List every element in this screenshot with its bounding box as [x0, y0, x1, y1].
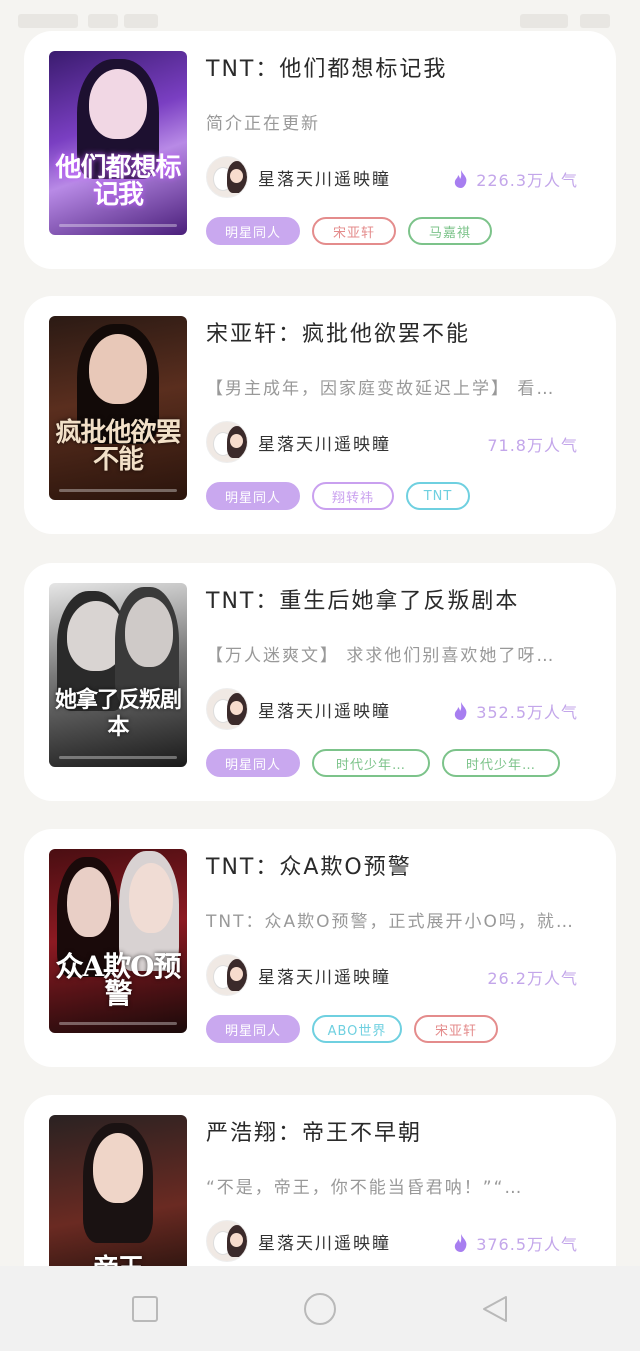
popularity: 352.5万人气: [454, 699, 578, 723]
book-intro: TNT：众A欺O预警，正式展开小O吗，就…: [206, 912, 575, 932]
flame-icon: [454, 1234, 468, 1252]
author-name: 星落天川遥映瞳: [258, 169, 391, 190]
flame-icon: [454, 702, 468, 720]
tag[interactable]: 马嘉祺: [408, 217, 492, 245]
book-card[interactable]: 她拿了反叛剧本 TNT：重生后她拿了反叛剧本 【万人迷爽文】 求求他们别喜欢她了…: [24, 563, 616, 801]
tag[interactable]: 明星同人: [206, 749, 300, 777]
avatar: [206, 156, 248, 198]
tag[interactable]: 明星同人: [206, 217, 300, 245]
book-cover[interactable]: 他们都想标记我: [49, 51, 187, 235]
popularity: 71.8万人气: [487, 432, 578, 456]
tag[interactable]: ABO世界: [312, 1015, 402, 1043]
book-card[interactable]: 他们都想标记我 TNT：他们都想标记我 简介正在更新 星落天川遥映瞳 226.3…: [24, 31, 616, 269]
tag-list: 明星同人 ABO世界 宋亚轩: [206, 1015, 510, 1043]
book-title[interactable]: TNT：重生后她拿了反叛剧本: [206, 583, 519, 615]
tag[interactable]: TNT: [406, 482, 470, 510]
book-intro: “不是，帝王，你不能当昏君呐！”“…: [206, 1178, 524, 1198]
cover-title: 疯批他欲罢不能: [55, 418, 181, 475]
avatar: [206, 1220, 248, 1262]
tag[interactable]: 翔转祎: [312, 482, 394, 510]
tag-list: 明星同人 宋亚轩 马嘉祺: [206, 217, 504, 245]
book-title[interactable]: TNT：他们都想标记我: [206, 51, 447, 83]
popularity-text: 226.3万人气: [476, 171, 578, 190]
author-row[interactable]: 星落天川遥映瞳: [206, 156, 391, 198]
circle-icon[interactable]: [304, 1293, 336, 1325]
author-name: 星落天川遥映瞳: [258, 434, 391, 455]
popularity-text: 376.5万人气: [476, 1235, 578, 1254]
book-card[interactable]: 疯批他欲罢不能 宋亚轩：疯批他欲罢不能 【男主成年，因家庭变故延迟上学】 看… …: [24, 296, 616, 534]
cover-title: 众A欺O预警: [55, 950, 181, 1010]
tag[interactable]: 明星同人: [206, 482, 300, 510]
status-bar: [0, 0, 640, 32]
tag[interactable]: 宋亚轩: [414, 1015, 498, 1043]
popularity: 376.5万人气: [454, 1231, 578, 1255]
author-row[interactable]: 星落天川遥映瞳: [206, 1220, 391, 1262]
square-icon[interactable]: [132, 1296, 158, 1322]
tag-list: 明星同人 翔转祎 TNT: [206, 482, 482, 510]
popularity-text: 352.5万人气: [476, 703, 578, 722]
cover-title: 她拿了反叛剧本: [54, 687, 182, 740]
popularity-text: 71.8万人气: [487, 436, 578, 455]
popularity-text: 26.2万人气: [487, 969, 578, 988]
book-cover[interactable]: 她拿了反叛剧本: [49, 583, 187, 767]
cover-title: 他们都想标记我: [55, 153, 181, 210]
book-cover[interactable]: 众A欺O预警: [49, 849, 187, 1033]
book-title[interactable]: 严浩翔：帝王不早朝: [206, 1115, 422, 1147]
tag[interactable]: 时代少年…: [442, 749, 560, 777]
tag[interactable]: 宋亚轩: [312, 217, 396, 245]
author-row[interactable]: 星落天川遥映瞳: [206, 421, 391, 463]
book-cover[interactable]: 疯批他欲罢不能: [49, 316, 187, 500]
triangle-back-icon[interactable]: [480, 1294, 510, 1324]
system-nav-bar: [0, 1266, 640, 1351]
avatar: [206, 688, 248, 730]
avatar: [206, 954, 248, 996]
book-intro: 【男主成年，因家庭变故延迟上学】 看…: [206, 379, 556, 399]
flame-icon: [454, 170, 468, 188]
book-intro: 【万人迷爽文】 求求他们别喜欢她了呀…: [206, 646, 556, 666]
author-row[interactable]: 星落天川遥映瞳: [206, 954, 391, 996]
tag-list: 明星同人 时代少年… 时代少年…: [206, 749, 572, 777]
author-name: 星落天川遥映瞳: [258, 701, 391, 722]
tag[interactable]: 明星同人: [206, 1015, 300, 1043]
tag[interactable]: 时代少年…: [312, 749, 430, 777]
popularity: 226.3万人气: [454, 167, 578, 191]
author-row[interactable]: 星落天川遥映瞳: [206, 688, 391, 730]
popularity: 26.2万人气: [487, 965, 578, 989]
book-title[interactable]: TNT：众A欺O预警: [206, 849, 412, 881]
book-title[interactable]: 宋亚轩：疯批他欲罢不能: [206, 316, 470, 348]
book-card[interactable]: 众A欺O预警 TNT：众A欺O预警 TNT：众A欺O预警，正式展开小O吗，就… …: [24, 829, 616, 1067]
book-card[interactable]: 帝王 严浩翔：帝王不早朝 “不是，帝王，你不能当昏君呐！”“… 星落天川遥映瞳 …: [24, 1095, 616, 1295]
book-intro: 简介正在更新: [206, 114, 320, 134]
avatar: [206, 421, 248, 463]
author-name: 星落天川遥映瞳: [258, 967, 391, 988]
author-name: 星落天川遥映瞳: [258, 1233, 391, 1254]
